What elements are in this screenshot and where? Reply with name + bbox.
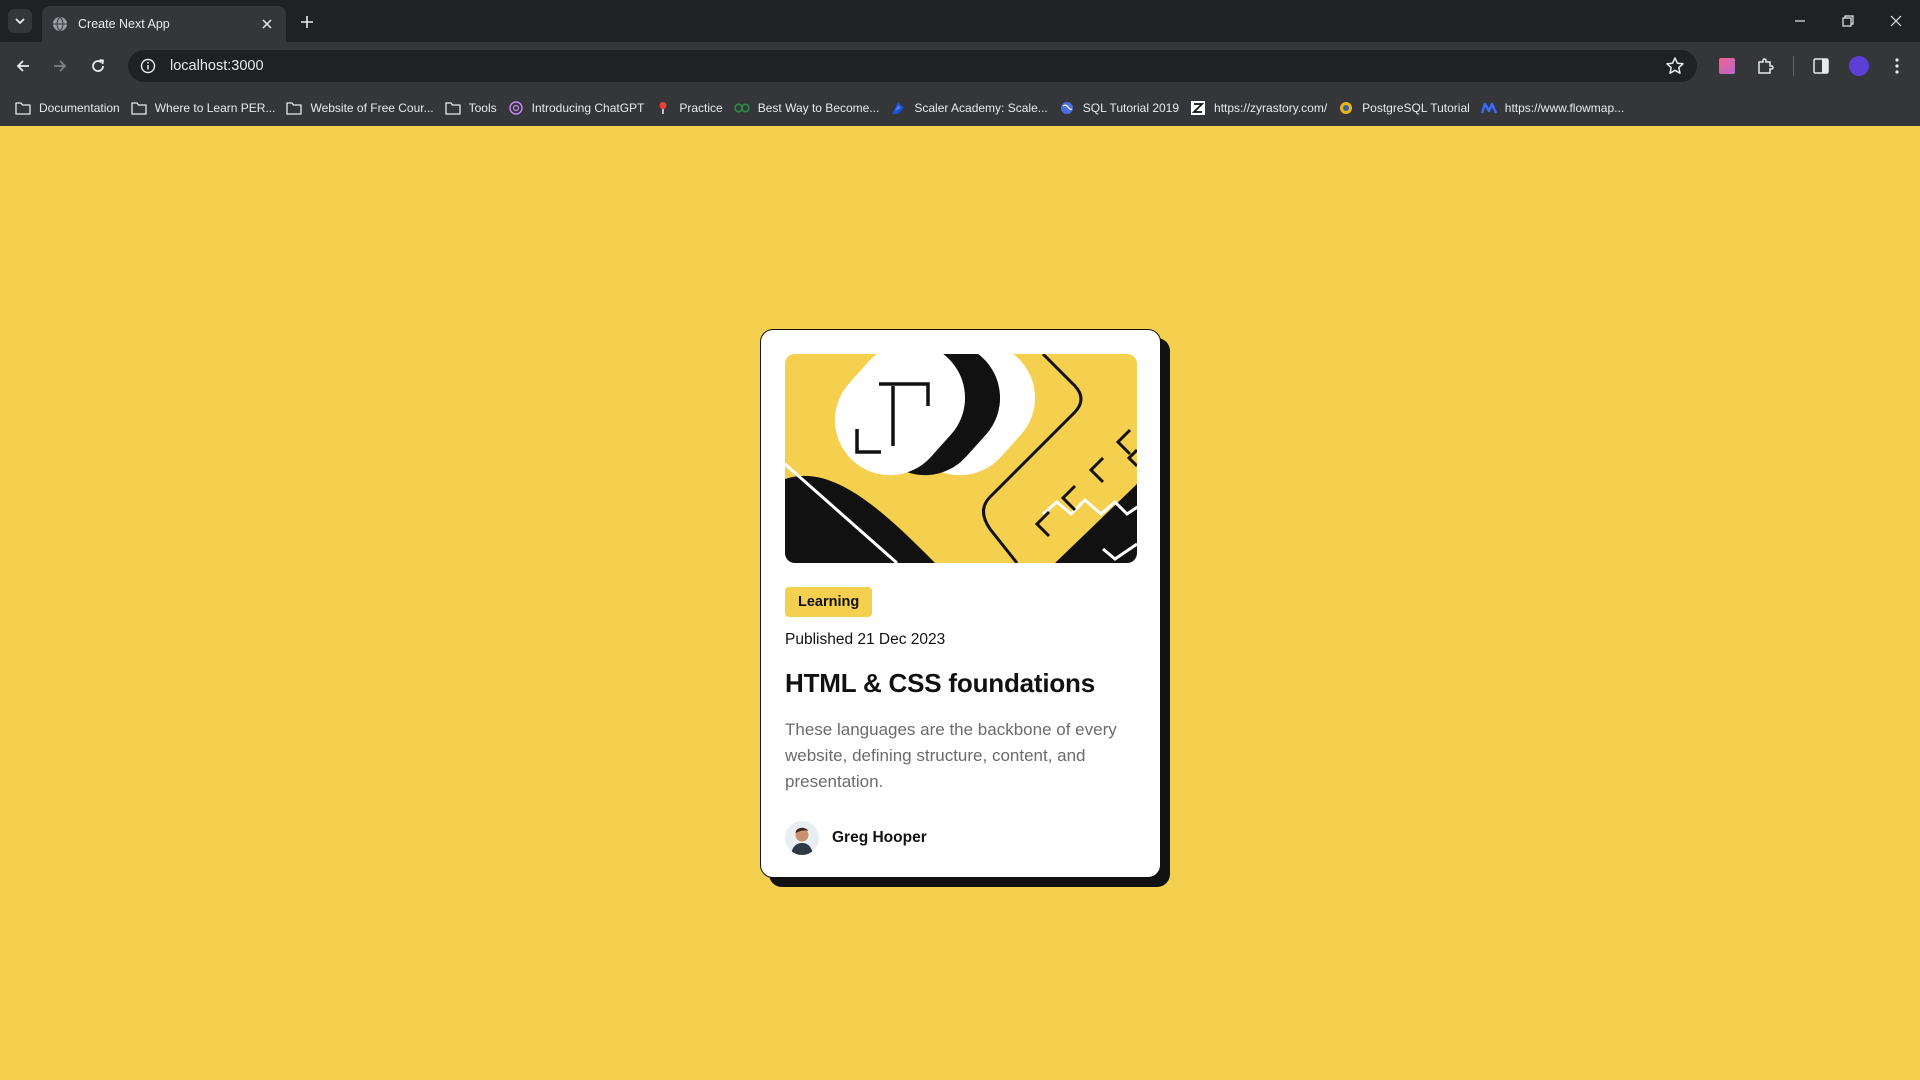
- folder-icon: [15, 100, 31, 116]
- restore-icon: [1842, 15, 1854, 27]
- gfg-icon: [733, 100, 750, 116]
- folder-icon: [444, 100, 461, 116]
- address-bar[interactable]: localhost:3000: [128, 50, 1697, 82]
- minimize-icon: [1795, 20, 1805, 22]
- bookmark-label: Best Way to Become...: [757, 101, 880, 115]
- side-panel-icon[interactable]: [1811, 56, 1831, 76]
- blog-preview-card[interactable]: Learning Published 21 Dec 2023 HTML & CS…: [760, 329, 1161, 878]
- close-tab-icon[interactable]: [258, 15, 276, 33]
- bookmark-item[interactable]: Scaler Academy: Scale...: [888, 95, 1056, 121]
- arrow-right-icon: [54, 60, 67, 72]
- browser-toolbar: localhost:3000: [0, 42, 1920, 90]
- card-description: These languages are the backbone of ever…: [785, 720, 1117, 791]
- bookmark-item[interactable]: SQL Tutorial 2019: [1057, 95, 1188, 121]
- card-title[interactable]: HTML & CSS foundations: [785, 668, 1136, 699]
- reload-button[interactable]: [84, 52, 112, 80]
- bookmark-item[interactable]: https://zyrastory.com/: [1188, 95, 1336, 121]
- bookmark-item[interactable]: Documentation: [13, 95, 129, 121]
- scaler-icon: [890, 100, 906, 116]
- author-name: Greg Hooper: [832, 829, 927, 846]
- bookmark-star-icon[interactable]: [1665, 56, 1685, 76]
- puzzle-icon[interactable]: [1755, 56, 1775, 76]
- author-row: Greg Hooper: [785, 821, 1136, 855]
- bookmark-label: Introducing ChatGPT: [531, 101, 645, 115]
- bookmark-label: Scaler Academy: Scale...: [914, 101, 1048, 115]
- bookmark-label: Documentation: [39, 101, 120, 115]
- close-icon: [1890, 15, 1902, 27]
- restore-button[interactable]: [1824, 0, 1872, 42]
- bookmark-item[interactable]: PostgreSQL Tutorial: [1336, 95, 1479, 121]
- published-date: Published 21 Dec 2023: [785, 631, 946, 648]
- arrow-left-icon: [16, 60, 29, 72]
- bookmark-label: Practice: [679, 101, 723, 115]
- profile-avatar[interactable]: [1849, 56, 1869, 76]
- bookmark-label: Website of Free Cour...: [310, 101, 434, 115]
- tab-title: Create Next App: [78, 17, 170, 31]
- bookmark-label: PostgreSQL Tutorial: [1362, 101, 1470, 115]
- bookmark-item[interactable]: Where to Learn PER...: [129, 95, 285, 121]
- forward-button[interactable]: [46, 52, 74, 80]
- bookmark-item[interactable]: Website of Free Cour...: [284, 95, 442, 121]
- bookmark-item[interactable]: Tools: [443, 95, 506, 121]
- globe-icon: [1059, 100, 1075, 116]
- flowmap-icon: [1480, 100, 1497, 116]
- bookmark-item[interactable]: Practice: [653, 95, 731, 121]
- toolbar-divider: [1793, 56, 1794, 76]
- hero-illustration: [785, 354, 1137, 563]
- bookmark-item[interactable]: Best Way to Become...: [732, 95, 889, 121]
- new-tab-button[interactable]: [296, 11, 318, 33]
- bookmark-label: https://www.flowmap...: [1504, 101, 1625, 115]
- bookmark-item[interactable]: Introducing ChatGPT: [506, 95, 654, 121]
- reload-icon: [92, 59, 105, 72]
- globe-icon: [52, 16, 68, 32]
- chatgpt-icon: [508, 100, 524, 116]
- extension-gradient-icon[interactable]: [1717, 56, 1737, 76]
- tab-strip: Create Next App: [0, 0, 1920, 42]
- bookmark-label: https://zyrastory.com/: [1214, 101, 1328, 115]
- url-text: localhost:3000: [170, 58, 264, 74]
- bookmark-label: Tools: [468, 101, 497, 115]
- tab-search-button[interactable]: [8, 9, 32, 33]
- close-window-button[interactable]: [1872, 0, 1920, 42]
- bookmark-label: Where to Learn PER...: [154, 101, 276, 115]
- bookmarks-bar: Documentation Where to Learn PER... Webs…: [0, 90, 1920, 126]
- active-tab[interactable]: Create Next App: [42, 6, 286, 42]
- minimize-button[interactable]: [1776, 0, 1824, 42]
- chevron-down-icon: [15, 18, 25, 25]
- category-tag: Learning: [785, 587, 873, 617]
- back-button[interactable]: [9, 52, 37, 80]
- avatar: [785, 821, 819, 855]
- bookmark-label: SQL Tutorial 2019: [1082, 101, 1180, 115]
- folder-icon: [286, 100, 303, 116]
- folder-icon: [131, 100, 147, 116]
- postgres-icon: [1338, 100, 1354, 116]
- plus-icon: [301, 16, 313, 28]
- menu-kebab-icon[interactable]: [1887, 56, 1907, 76]
- z-icon: [1190, 100, 1206, 116]
- bookmark-item[interactable]: https://www.flowmap...: [1479, 95, 1633, 121]
- site-info-icon[interactable]: [138, 56, 158, 76]
- pin-icon: [655, 100, 671, 116]
